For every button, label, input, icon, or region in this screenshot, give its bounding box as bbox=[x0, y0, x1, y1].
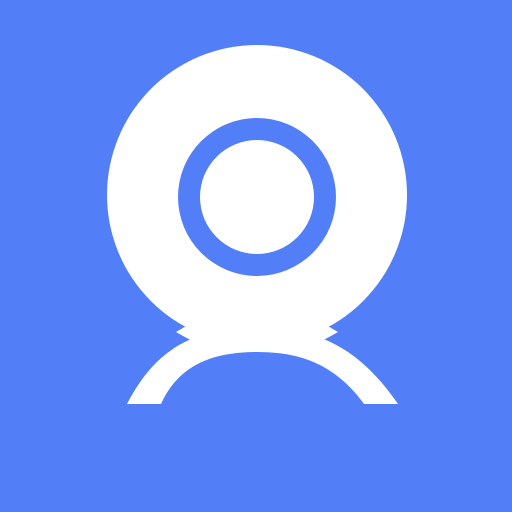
app-icon bbox=[0, 0, 512, 512]
webcam-user-icon bbox=[0, 0, 512, 512]
lens-center bbox=[200, 140, 314, 254]
